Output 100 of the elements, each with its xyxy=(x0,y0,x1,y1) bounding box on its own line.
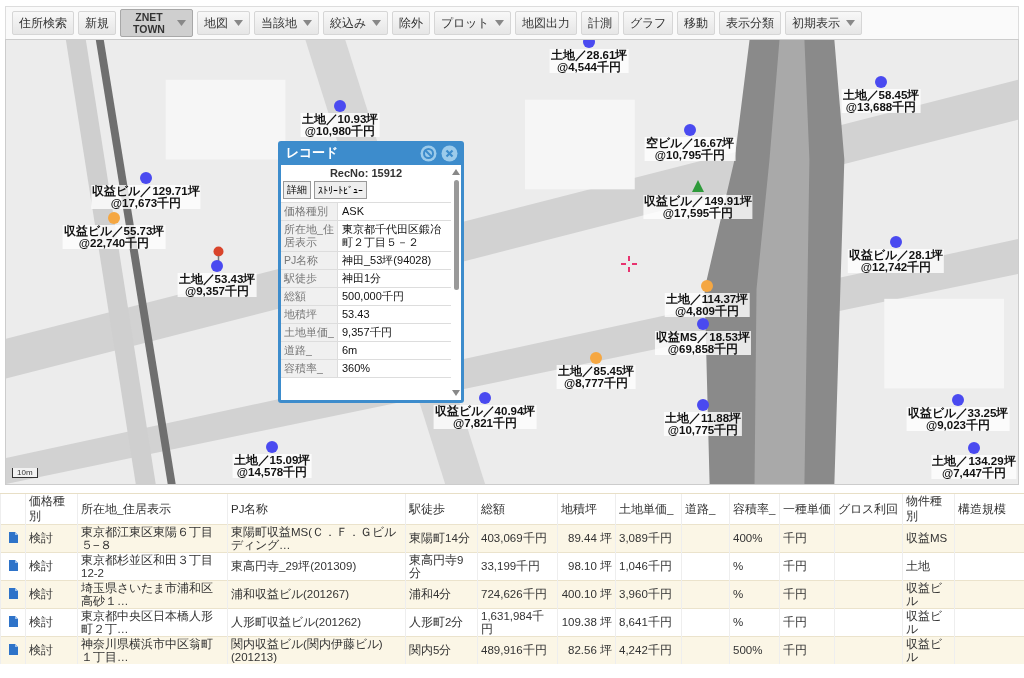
popup-title: レコード xyxy=(286,144,339,162)
field-label: 道路_ xyxy=(281,342,338,359)
table-cell: 500% xyxy=(733,644,763,656)
field-value: 神田1分 xyxy=(341,271,383,286)
table-cell: % xyxy=(733,616,744,628)
table-cell: 東京都中央区日本橋人形町２丁… xyxy=(81,609,213,635)
field-label: PJ名称 xyxy=(281,252,338,269)
scroll-down-icon[interactable] xyxy=(452,390,460,396)
table-cell: 98.10 坪 xyxy=(568,560,612,572)
field-value: 53.43 xyxy=(341,307,371,322)
table-cell: 収益ビル xyxy=(906,637,942,663)
marker-label: 空ビル／16.67坪 @10,795千円 xyxy=(644,137,736,161)
document-icon[interactable] xyxy=(8,531,18,543)
table-cell: 千円 xyxy=(783,560,807,572)
toolbar-button[interactable]: 表示分類 xyxy=(719,11,781,35)
table-cell: % xyxy=(733,588,744,600)
table-cell: 東京都杉並区和田３丁目12-2 xyxy=(81,553,213,579)
toolbar-button[interactable]: ZNET TOWN xyxy=(120,9,193,37)
field-label: 価格種別 xyxy=(281,203,338,220)
table-cell: 千円 xyxy=(783,532,807,544)
field-value: 500,000千円 xyxy=(341,289,405,304)
table-cell: 収益MS xyxy=(906,532,948,544)
toolbar-button[interactable]: 除外 xyxy=(392,11,430,35)
marker-label: 土地／15.09坪 @14,578千円 xyxy=(232,454,312,478)
field-label: 容積率_ xyxy=(281,360,338,377)
table-cell: 関内収益ビル(関内伊藤ビル)(201213) xyxy=(231,637,383,663)
toolbar-button[interactable]: グラフ xyxy=(623,11,673,35)
toolbar-button[interactable]: 住所検索 xyxy=(12,11,74,35)
document-icon[interactable] xyxy=(8,615,18,627)
document-icon[interactable] xyxy=(8,587,18,599)
field-value: 360% xyxy=(341,361,372,376)
scroll-up-icon[interactable] xyxy=(452,169,460,175)
marker-label: 土地／28.61坪 @4,544千円 xyxy=(549,49,629,73)
field-value: 神田_53坪(94028) xyxy=(341,253,433,268)
table-cell: 埼玉県さいたま市浦和区高砂１… xyxy=(81,581,213,607)
marker-label: 土地／10.93坪 @10,980千円 xyxy=(300,113,380,137)
table-cell: 浦和収益ビル(201267) xyxy=(231,588,350,600)
table-cell: 33,199千円 xyxy=(481,560,541,572)
field-label: 地積坪 xyxy=(281,306,338,323)
field-label: 土地単価_ xyxy=(281,324,338,341)
marker-label: 土地／134.29坪 @7,447千円 xyxy=(931,455,1017,479)
document-icon[interactable] xyxy=(8,559,18,571)
table-cell: 検討 xyxy=(29,616,53,628)
table-cell: 403,069千円 xyxy=(481,532,547,544)
table-cell: 82.56 坪 xyxy=(568,644,612,656)
table-cell: 489,916千円 xyxy=(481,644,547,656)
table-cell: 400% xyxy=(733,532,763,544)
marker-label: 土地／114.37坪 @4,809千円 xyxy=(664,293,750,317)
toolbar-button[interactable]: 地図 xyxy=(197,11,250,35)
marker-label: 収益ビル／33.25坪 @9,023千円 xyxy=(906,407,1010,431)
toolbar-button[interactable]: 新規 xyxy=(78,11,116,35)
table-cell: 関内5分 xyxy=(409,644,452,656)
marker-label: 収益ビル／55.73坪 @22,740千円 xyxy=(62,225,166,249)
marker-label: 収益ビル／149.91坪 @17,595千円 xyxy=(643,195,753,219)
toolbar-button[interactable]: 当該地 xyxy=(254,11,319,35)
popup-button[interactable]: ｽﾄﾘｰﾄﾋﾞｭｰ xyxy=(314,181,367,199)
table-cell: 千円 xyxy=(783,588,807,600)
table-cell: 千円 xyxy=(783,616,807,628)
field-value: 9,357千円 xyxy=(341,325,393,340)
crosshair-icon xyxy=(621,256,637,272)
marker-label: 土地／58.45坪 @13,688千円 xyxy=(841,89,921,113)
toolbar-button[interactable]: 移動 xyxy=(677,11,715,35)
popup-button[interactable]: 詳細 xyxy=(283,181,311,199)
table-cell: 東高円寺9分 xyxy=(409,553,464,579)
toolbar-button[interactable]: 絞込み xyxy=(323,11,388,35)
document-icon[interactable] xyxy=(8,643,18,655)
table-cell: 検討 xyxy=(29,588,53,600)
marker-label: 土地／11.88坪 @10,775千円 xyxy=(663,412,743,436)
table-cell: 東陽町14分 xyxy=(409,532,470,544)
field-value: 6m xyxy=(341,343,359,358)
table-cell: 東京都江東区東陽６丁目５−８ xyxy=(81,525,213,551)
marker-label: 収益ビル／40.94坪 @7,821千円 xyxy=(433,405,537,429)
field-value: ASK xyxy=(341,204,365,219)
field-label: 総額 xyxy=(281,288,338,305)
field-value: 東京都千代田区鍛冶町２丁目５－２ xyxy=(341,222,442,250)
table-cell: 神奈川県横浜市中区翁町１丁目… xyxy=(81,637,213,663)
table-cell: 千円 xyxy=(783,644,807,656)
table-cell: 検討 xyxy=(29,644,53,656)
table-cell: 4,242千円 xyxy=(619,644,672,656)
marker-label: 収益MS／18.53坪 @69,858千円 xyxy=(655,331,751,355)
pin-toggle-icon[interactable] xyxy=(420,144,437,162)
marker-label: 収益ビル／129.71坪 @17,673千円 xyxy=(91,185,201,209)
marker-label: 土地／53.43坪 @9,357千円 xyxy=(177,273,257,297)
record-number: RecNo: 15912 xyxy=(328,166,404,180)
toolbar-button[interactable]: 地図出力 xyxy=(515,11,577,35)
table-cell: 収益ビル xyxy=(906,609,942,635)
toolbar-button[interactable]: 計測 xyxy=(581,11,619,35)
toolbar-button[interactable]: 初期表示 xyxy=(785,11,862,35)
scale-bar: 10m xyxy=(12,468,38,478)
field-label: 所在地_住居表示 xyxy=(281,221,338,251)
table-cell: 東高円寺_29坪(201309) xyxy=(231,560,357,572)
marker-icon[interactable] xyxy=(692,180,704,192)
table-cell: 8,641千円 xyxy=(619,616,672,628)
field-label: 駅徒歩 xyxy=(281,270,338,287)
table-cell: 検討 xyxy=(29,560,53,572)
table-cell: 検討 xyxy=(29,532,53,544)
table-cell: 89.44 坪 xyxy=(568,532,612,544)
toolbar-button[interactable]: プロット xyxy=(434,11,511,35)
table-cell: 1,631,984千円 xyxy=(481,609,545,635)
table-cell: 400.10 坪 xyxy=(561,588,612,600)
